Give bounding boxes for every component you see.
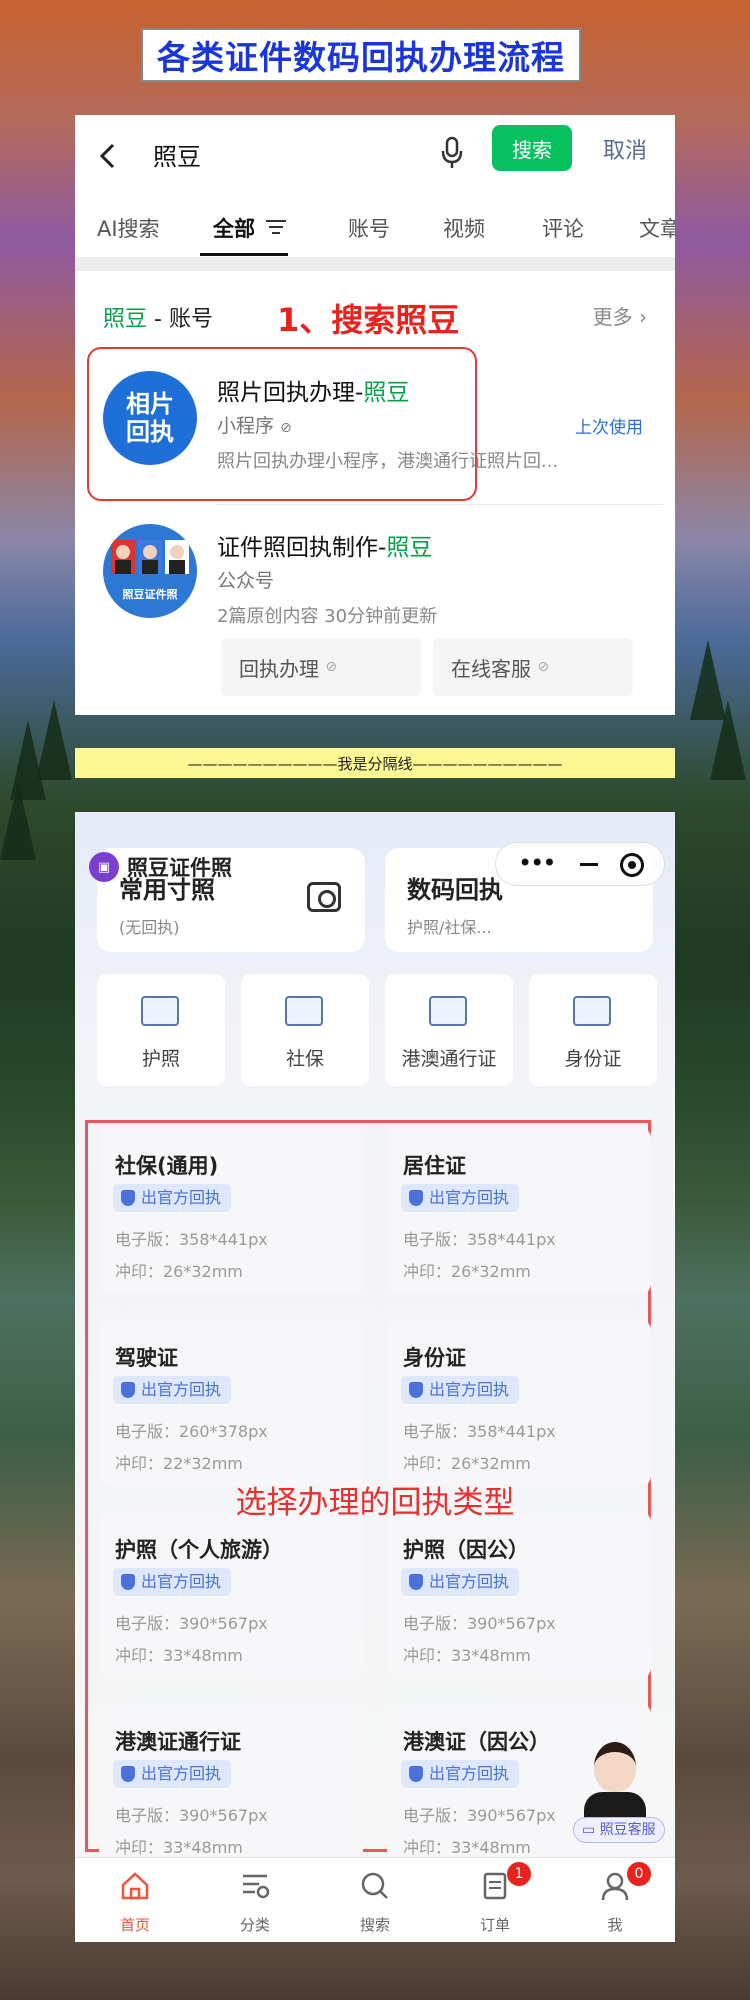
category-icon xyxy=(243,1874,270,1899)
step-annotation: 1、搜索照豆 xyxy=(277,301,460,339)
search-input[interactable]: 照豆 xyxy=(153,137,201,172)
search-tabs: AI搜索 全部 账号 视频 评论 文章 xyxy=(75,197,675,257)
shield-icon xyxy=(121,1766,135,1782)
miniprogram-avatar: 相片 回执 xyxy=(103,371,197,465)
cert-card[interactable]: 护照（个人旅游） 出官方回执 电子版：390*567px 冲印：33*48mm xyxy=(99,1512,363,1678)
tile-passport[interactable]: 护照 xyxy=(97,974,225,1086)
tab-all[interactable]: 全部 xyxy=(213,213,255,243)
close-target-icon[interactable] xyxy=(620,853,644,877)
official-receipt-badge: 出官方回执 xyxy=(113,1184,232,1212)
divider xyxy=(75,257,675,271)
bottom-nav: 首页 分类 搜索 1 订单 0 我 xyxy=(75,1857,675,1942)
cert-card[interactable]: 驾驶证 出官方回执 电子版：260*378px 冲印：22*32mm xyxy=(99,1320,363,1486)
camera-icon xyxy=(307,882,341,912)
cancel-button[interactable]: 取消 xyxy=(603,133,647,165)
result-item-official-account[interactable]: 照豆证件照 证件照回执制作-照豆 公众号 2篇原创内容 30分钟前更新 回执办理… xyxy=(87,506,663,715)
chat-icon: ▭ xyxy=(582,1822,596,1838)
shield-icon xyxy=(121,1574,135,1590)
nav-orders[interactable]: 1 订单 xyxy=(435,1858,555,1942)
link-icon: ⊘ xyxy=(325,659,338,675)
chevron-right-icon: › xyxy=(639,305,647,329)
link-icon: ⊘ xyxy=(280,420,292,436)
back-arrow-icon[interactable] xyxy=(97,141,123,171)
official-receipt-badge: 出官方回执 xyxy=(113,1760,232,1788)
permit-icon xyxy=(429,996,467,1026)
tile-hk-macau-permit[interactable]: 港澳通行证 xyxy=(385,974,513,1086)
search-icon xyxy=(361,1872,388,1899)
miniprogram-brand: ▣ 照豆证件照 xyxy=(89,852,232,882)
result-type: 小程序 ⊘ xyxy=(217,415,292,437)
home-icon xyxy=(121,1872,149,1900)
tab-account[interactable]: 账号 xyxy=(348,213,390,243)
result-title: 照片回执办理-照豆 xyxy=(217,380,410,406)
tab-comment[interactable]: 评论 xyxy=(542,213,584,243)
nav-me[interactable]: 0 我 xyxy=(555,1858,675,1942)
separator-band: ——————————我是分隔线—————————— xyxy=(75,748,675,778)
result-item-miniprogram[interactable]: 相片 回执 照片回执办理-照豆 小程序 ⊘ 上次使用 照片回执办理小程序，港澳通… xyxy=(87,351,663,501)
link-icon: ⊘ xyxy=(537,659,550,675)
result-title: 证件照回执制作-照豆 xyxy=(217,535,433,561)
tab-ai-search[interactable]: AI搜索 xyxy=(97,213,160,243)
cert-card[interactable]: 身份证 出官方回执 电子版：358*441px 冲印：26*32mm xyxy=(387,1320,651,1486)
filter-icon[interactable] xyxy=(265,219,287,235)
active-tab-underline xyxy=(200,253,288,256)
account-results-card: 照豆 - 账号 1、搜索照豆 更多 › 相片 回执 照片回执办理-照豆 小程序 … xyxy=(87,271,663,715)
shield-icon xyxy=(409,1766,423,1782)
customer-service-tag[interactable]: ▭ 照豆客服 xyxy=(573,1817,665,1843)
tile-id-card[interactable]: 身份证 xyxy=(529,974,657,1086)
id-card-icon xyxy=(573,996,611,1026)
social-security-icon xyxy=(285,996,323,1026)
search-results-screenshot: 照豆 搜索 取消 AI搜索 全部 账号 视频 评论 文章 照豆 - 账号 1、搜… xyxy=(75,115,675,715)
search-button[interactable]: 搜索 xyxy=(492,125,572,171)
result-desc: 2篇原创内容 30分钟前更新 xyxy=(217,606,438,627)
shield-icon xyxy=(121,1382,135,1398)
official-account-avatar: 照豆证件照 xyxy=(103,524,197,618)
brand-logo-icon: ▣ xyxy=(89,852,119,882)
receipt-service-button[interactable]: 回执办理 ⊘ xyxy=(221,638,421,696)
tab-video[interactable]: 视频 xyxy=(443,213,485,243)
tile-social-security[interactable]: 社保 xyxy=(241,974,369,1086)
nav-search[interactable]: 搜索 xyxy=(315,1858,435,1942)
microphone-icon[interactable] xyxy=(440,135,464,171)
more-dots-icon[interactable]: ••• xyxy=(518,849,556,877)
shield-icon xyxy=(409,1190,423,1206)
cert-card[interactable]: 护照（因公） 出官方回执 电子版：390*567px 冲印：33*48mm xyxy=(387,1512,651,1678)
section-heading: 照豆 - 账号 xyxy=(103,307,213,332)
official-receipt-badge: 出官方回执 xyxy=(401,1184,520,1212)
cert-card[interactable]: 港澳证通行证 出官方回执 电子版：390*567px 冲印：33*48mm xyxy=(99,1704,363,1870)
nav-home[interactable]: 首页 xyxy=(75,1858,195,1942)
official-receipt-badge: 出官方回执 xyxy=(113,1376,232,1404)
search-bar: 照豆 搜索 取消 xyxy=(75,115,675,195)
official-receipt-badge: 出官方回执 xyxy=(401,1568,520,1596)
divider xyxy=(217,504,663,505)
cert-card[interactable]: 居住证 出官方回执 电子版：358*441px 冲印：26*32mm xyxy=(387,1128,651,1294)
step-annotation: 选择办理的回执类型 xyxy=(235,1485,515,1521)
page-title: 各类证件数码回执办理流程 xyxy=(141,28,581,82)
passport-icon xyxy=(141,996,179,1026)
shield-icon xyxy=(409,1574,423,1590)
minimize-icon[interactable] xyxy=(580,863,598,866)
official-receipt-badge: 出官方回执 xyxy=(401,1760,520,1788)
cert-card[interactable]: 社保(通用) 出官方回执 电子版：358*441px 冲印：26*32mm xyxy=(99,1128,363,1294)
me-badge: 0 xyxy=(627,1862,651,1886)
result-desc: 照片回执办理小程序，港澳通行证照片回... xyxy=(217,451,559,472)
official-receipt-badge: 出官方回执 xyxy=(401,1376,520,1404)
official-receipt-badge: 出官方回执 xyxy=(113,1568,232,1596)
miniprogram-screenshot: 常用寸照 (无回执) 数码回执 护照/社保... ▣ 照豆证件照 ••• 护照 … xyxy=(75,812,675,1942)
online-support-button[interactable]: 在线客服 ⊘ xyxy=(433,638,633,696)
tab-article[interactable]: 文章 xyxy=(639,213,675,243)
miniprogram-capsule: ••• xyxy=(495,842,665,886)
shield-icon xyxy=(409,1382,423,1398)
result-type: 公众号 xyxy=(217,570,275,592)
last-used-tag: 上次使用 xyxy=(575,418,643,438)
more-link[interactable]: 更多 › xyxy=(593,301,647,330)
orders-badge: 1 xyxy=(507,1862,531,1886)
shield-icon xyxy=(121,1190,135,1206)
nav-category[interactable]: 分类 xyxy=(195,1858,315,1942)
